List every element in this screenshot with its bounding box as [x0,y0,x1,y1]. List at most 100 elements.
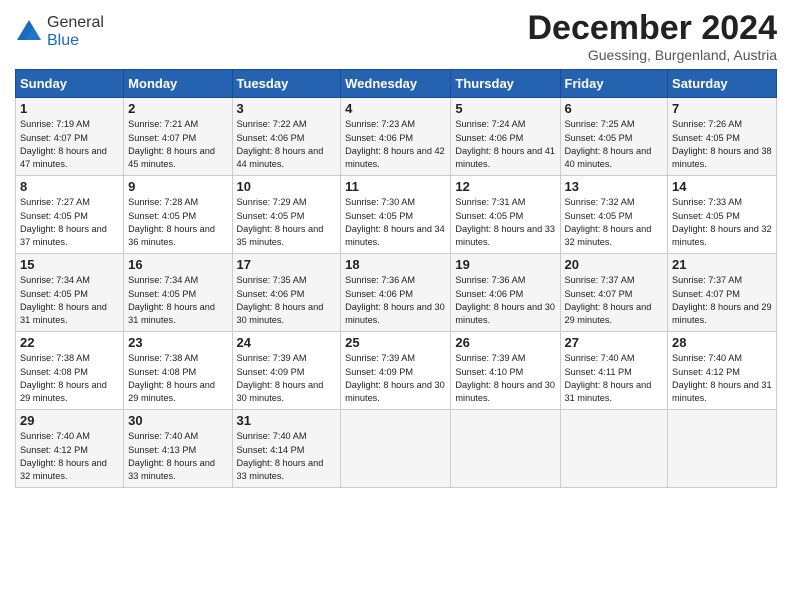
calendar-day-cell [668,410,777,488]
col-wednesday: Wednesday [341,70,451,98]
calendar-day-cell: 13 Sunrise: 7:32 AM Sunset: 4:05 PM Dayl… [560,176,668,254]
col-monday: Monday [124,70,232,98]
day-number: 28 [672,335,772,350]
calendar-day-cell: 26 Sunrise: 7:39 AM Sunset: 4:10 PM Dayl… [451,332,560,410]
calendar-day-cell: 6 Sunrise: 7:25 AM Sunset: 4:05 PM Dayli… [560,98,668,176]
day-info: Sunrise: 7:24 AM Sunset: 4:06 PM Dayligh… [455,118,555,171]
calendar-day-cell: 16 Sunrise: 7:34 AM Sunset: 4:05 PM Dayl… [124,254,232,332]
day-number: 27 [565,335,664,350]
day-number: 7 [672,101,772,116]
page-container: General Blue December 2024 Guessing, Bur… [0,0,792,498]
day-info: Sunrise: 7:36 AM Sunset: 4:06 PM Dayligh… [455,274,555,327]
day-number: 20 [565,257,664,272]
day-number: 23 [128,335,227,350]
calendar-day-cell: 19 Sunrise: 7:36 AM Sunset: 4:06 PM Dayl… [451,254,560,332]
day-info: Sunrise: 7:37 AM Sunset: 4:07 PM Dayligh… [672,274,772,327]
day-number: 14 [672,179,772,194]
logo: General Blue [15,14,104,50]
logo-blue-text: Blue [47,32,79,49]
day-info: Sunrise: 7:39 AM Sunset: 4:09 PM Dayligh… [237,352,337,405]
calendar-day-cell: 15 Sunrise: 7:34 AM Sunset: 4:05 PM Dayl… [16,254,124,332]
day-info: Sunrise: 7:27 AM Sunset: 4:05 PM Dayligh… [20,196,119,249]
calendar-week-row: 22 Sunrise: 7:38 AM Sunset: 4:08 PM Dayl… [16,332,777,410]
day-info: Sunrise: 7:40 AM Sunset: 4:14 PM Dayligh… [237,430,337,483]
calendar-week-row: 1 Sunrise: 7:19 AM Sunset: 4:07 PM Dayli… [16,98,777,176]
day-info: Sunrise: 7:37 AM Sunset: 4:07 PM Dayligh… [565,274,664,327]
calendar-day-cell: 23 Sunrise: 7:38 AM Sunset: 4:08 PM Dayl… [124,332,232,410]
day-number: 22 [20,335,119,350]
calendar-day-cell: 21 Sunrise: 7:37 AM Sunset: 4:07 PM Dayl… [668,254,777,332]
day-info: Sunrise: 7:25 AM Sunset: 4:05 PM Dayligh… [565,118,664,171]
calendar-day-cell: 20 Sunrise: 7:37 AM Sunset: 4:07 PM Dayl… [560,254,668,332]
calendar-day-cell: 12 Sunrise: 7:31 AM Sunset: 4:05 PM Dayl… [451,176,560,254]
day-number: 16 [128,257,227,272]
calendar-day-cell [341,410,451,488]
day-info: Sunrise: 7:34 AM Sunset: 4:05 PM Dayligh… [128,274,227,327]
day-number: 26 [455,335,555,350]
day-info: Sunrise: 7:36 AM Sunset: 4:06 PM Dayligh… [345,274,446,327]
day-info: Sunrise: 7:40 AM Sunset: 4:12 PM Dayligh… [20,430,119,483]
day-number: 3 [237,101,337,116]
day-number: 6 [565,101,664,116]
calendar-day-cell: 24 Sunrise: 7:39 AM Sunset: 4:09 PM Dayl… [232,332,341,410]
calendar-day-cell: 27 Sunrise: 7:40 AM Sunset: 4:11 PM Dayl… [560,332,668,410]
day-number: 2 [128,101,227,116]
day-info: Sunrise: 7:33 AM Sunset: 4:05 PM Dayligh… [672,196,772,249]
day-number: 9 [128,179,227,194]
calendar-day-cell: 4 Sunrise: 7:23 AM Sunset: 4:06 PM Dayli… [341,98,451,176]
calendar-day-cell [451,410,560,488]
calendar-day-cell: 17 Sunrise: 7:35 AM Sunset: 4:06 PM Dayl… [232,254,341,332]
day-info: Sunrise: 7:22 AM Sunset: 4:06 PM Dayligh… [237,118,337,171]
day-info: Sunrise: 7:19 AM Sunset: 4:07 PM Dayligh… [20,118,119,171]
col-saturday: Saturday [668,70,777,98]
day-number: 5 [455,101,555,116]
calendar-week-row: 29 Sunrise: 7:40 AM Sunset: 4:12 PM Dayl… [16,410,777,488]
calendar-day-cell: 18 Sunrise: 7:36 AM Sunset: 4:06 PM Dayl… [341,254,451,332]
day-info: Sunrise: 7:21 AM Sunset: 4:07 PM Dayligh… [128,118,227,171]
calendar-day-cell: 7 Sunrise: 7:26 AM Sunset: 4:05 PM Dayli… [668,98,777,176]
day-info: Sunrise: 7:32 AM Sunset: 4:05 PM Dayligh… [565,196,664,249]
day-info: Sunrise: 7:23 AM Sunset: 4:06 PM Dayligh… [345,118,446,171]
calendar-day-cell: 29 Sunrise: 7:40 AM Sunset: 4:12 PM Dayl… [16,410,124,488]
day-info: Sunrise: 7:38 AM Sunset: 4:08 PM Dayligh… [128,352,227,405]
day-info: Sunrise: 7:38 AM Sunset: 4:08 PM Dayligh… [20,352,119,405]
logo-general-text: General [47,14,104,31]
day-number: 4 [345,101,446,116]
calendar-day-cell: 25 Sunrise: 7:39 AM Sunset: 4:09 PM Dayl… [341,332,451,410]
title-area: December 2024 Guessing, Burgenland, Aust… [527,10,777,63]
day-info: Sunrise: 7:26 AM Sunset: 4:05 PM Dayligh… [672,118,772,171]
day-info: Sunrise: 7:28 AM Sunset: 4:05 PM Dayligh… [128,196,227,249]
day-number: 19 [455,257,555,272]
day-info: Sunrise: 7:34 AM Sunset: 4:05 PM Dayligh… [20,274,119,327]
day-info: Sunrise: 7:40 AM Sunset: 4:13 PM Dayligh… [128,430,227,483]
day-number: 24 [237,335,337,350]
col-sunday: Sunday [16,70,124,98]
day-number: 18 [345,257,446,272]
day-number: 13 [565,179,664,194]
calendar-day-cell [560,410,668,488]
day-number: 29 [20,413,119,428]
day-info: Sunrise: 7:39 AM Sunset: 4:09 PM Dayligh… [345,352,446,405]
day-number: 25 [345,335,446,350]
calendar-day-cell: 30 Sunrise: 7:40 AM Sunset: 4:13 PM Dayl… [124,410,232,488]
day-info: Sunrise: 7:35 AM Sunset: 4:06 PM Dayligh… [237,274,337,327]
day-info: Sunrise: 7:30 AM Sunset: 4:05 PM Dayligh… [345,196,446,249]
calendar-day-cell: 1 Sunrise: 7:19 AM Sunset: 4:07 PM Dayli… [16,98,124,176]
calendar-header-row: Sunday Monday Tuesday Wednesday Thursday… [16,70,777,98]
day-info: Sunrise: 7:39 AM Sunset: 4:10 PM Dayligh… [455,352,555,405]
location-subtitle: Guessing, Burgenland, Austria [527,47,777,63]
day-info: Sunrise: 7:40 AM Sunset: 4:12 PM Dayligh… [672,352,772,405]
col-thursday: Thursday [451,70,560,98]
header: General Blue December 2024 Guessing, Bur… [15,10,777,63]
calendar-day-cell: 3 Sunrise: 7:22 AM Sunset: 4:06 PM Dayli… [232,98,341,176]
day-number: 15 [20,257,119,272]
day-number: 21 [672,257,772,272]
calendar-day-cell: 11 Sunrise: 7:30 AM Sunset: 4:05 PM Dayl… [341,176,451,254]
logo-icon [15,18,43,46]
calendar-day-cell: 31 Sunrise: 7:40 AM Sunset: 4:14 PM Dayl… [232,410,341,488]
day-info: Sunrise: 7:29 AM Sunset: 4:05 PM Dayligh… [237,196,337,249]
day-number: 30 [128,413,227,428]
day-info: Sunrise: 7:31 AM Sunset: 4:05 PM Dayligh… [455,196,555,249]
calendar-week-row: 15 Sunrise: 7:34 AM Sunset: 4:05 PM Dayl… [16,254,777,332]
day-number: 31 [237,413,337,428]
